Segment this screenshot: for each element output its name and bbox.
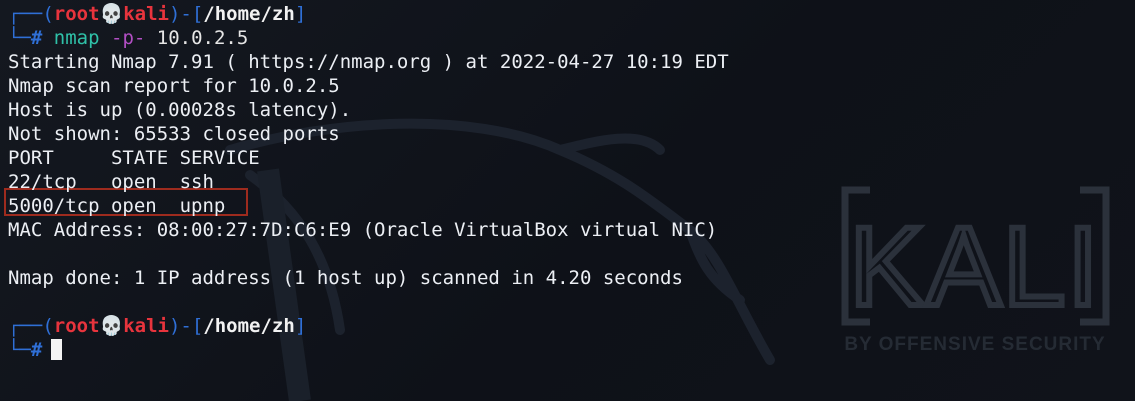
output-line: PORT STATE SERVICE [8, 147, 260, 169]
prompt-user: root [53, 315, 100, 337]
prompt-frame-open: ┌──( [8, 3, 54, 25]
output-line: 5000/tcp open upnp [8, 195, 226, 217]
prompt-hash: # [30, 339, 43, 361]
prompt-cwd: /home/zh [203, 3, 295, 25]
skull-icon: 💀 [99, 315, 124, 337]
command-target: 10.0.2.5 [156, 27, 249, 49]
output-line: Host is up (0.00028s latency). [8, 99, 352, 121]
prompt-cwd: /home/zh [203, 315, 295, 337]
output-line: Starting Nmap 7.91 ( https://nmap.org ) … [8, 51, 729, 73]
prompt-user: root [53, 3, 100, 25]
prompt-frame-lower: └─ [8, 27, 31, 49]
skull-icon: 💀 [99, 3, 124, 25]
prompt-frame-mid: )-[ [168, 315, 204, 337]
output-line: MAC Address: 08:00:27:7D:C6:E9 (Oracle V… [8, 219, 718, 241]
prompt-line-2-top: ┌──(root💀kali)-[/home/zh] [8, 314, 1135, 338]
output-line: Nmap done: 1 IP address (1 host up) scan… [8, 267, 683, 289]
terminal-window[interactable]: KALI BY OFFENSIVE SECURITY ┌──(root💀kali… [0, 0, 1135, 401]
output-line: 22/tcp open ssh [8, 171, 214, 193]
prompt-frame-close: ] [294, 315, 307, 337]
prompt-line-2-input[interactable]: └─# [8, 338, 1135, 362]
terminal-content: ┌──(root💀kali)-[/home/zh] └─# nmap -p- 1… [8, 2, 1135, 362]
text-cursor[interactable] [51, 339, 63, 360]
prompt-line-1-command: └─# nmap -p- 10.0.2.5 [8, 26, 1135, 50]
prompt-frame-mid: )-[ [168, 3, 204, 25]
output-line: Nmap scan report for 10.0.2.5 [8, 75, 340, 97]
prompt-host: kali [123, 3, 169, 25]
prompt-frame-lower: └─ [8, 339, 31, 361]
prompt-frame-close: ] [294, 3, 307, 25]
command-option: -p- [111, 27, 146, 49]
prompt-line-1-top: ┌──(root💀kali)-[/home/zh] [8, 2, 1135, 26]
prompt-hash: # [30, 27, 43, 49]
prompt-frame-open: ┌──( [8, 315, 54, 337]
command-name: nmap [53, 27, 100, 49]
output-line: Not shown: 65533 closed ports [8, 123, 340, 145]
prompt-host: kali [123, 315, 169, 337]
